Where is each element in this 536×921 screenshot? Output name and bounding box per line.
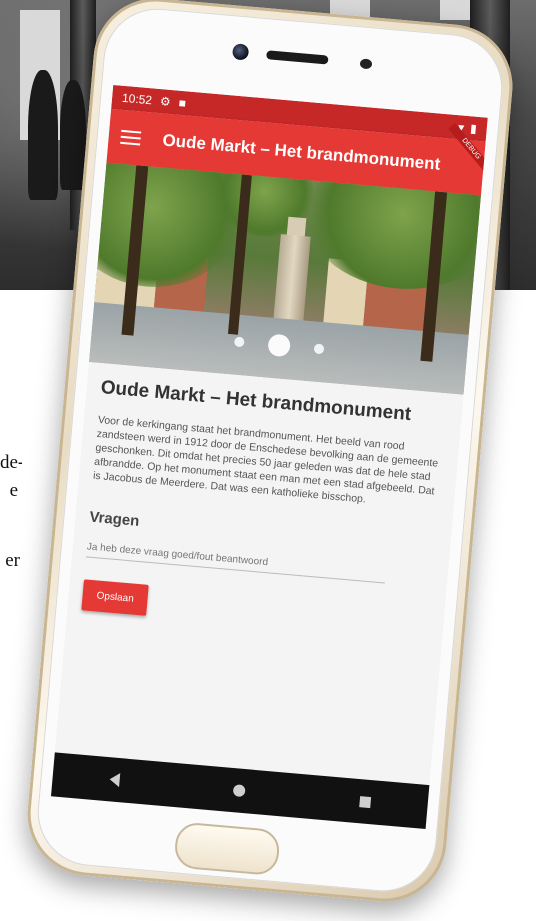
gear-icon: ⚙	[159, 94, 172, 109]
home-icon[interactable]	[233, 784, 247, 798]
carousel-dot[interactable]	[233, 336, 245, 348]
lock-icon: ■	[178, 95, 187, 111]
status-time: 10:52	[121, 90, 153, 108]
save-button[interactable]: Opslaan	[81, 579, 150, 616]
phone-device: 10:52 ⚙ ■ ▾ ▮ Oude Markt – Het brandmonu…	[22, 0, 518, 907]
app-screen: 10:52 ⚙ ■ ▾ ▮ Oude Markt – Het brandmonu…	[54, 84, 488, 786]
image-carousel[interactable]	[88, 162, 481, 395]
article-text-fragment: de-	[0, 452, 22, 473]
article-content: Oude Markt – Het brandmonument Voor de k…	[67, 362, 463, 642]
article-body: Voor de kerkingang staat het brandmonume…	[92, 413, 439, 506]
physical-home-button[interactable]	[173, 821, 281, 877]
app-bar-title: Oude Markt – Het brandmonument	[161, 130, 442, 174]
carousel-dot[interactable]	[313, 343, 325, 355]
battery-icon: ▮	[469, 121, 478, 136]
article-text-fragment: er	[5, 550, 20, 571]
scene: de- e er 10:52 ⚙ ■ ▾ ▮ Oude Markt – Het …	[0, 0, 536, 921]
menu-icon[interactable]	[120, 129, 142, 146]
recent-apps-icon[interactable]	[359, 795, 371, 808]
back-icon[interactable]	[109, 772, 121, 788]
article-text-fragment: e	[9, 480, 18, 501]
carousel-dot-active[interactable]	[267, 333, 292, 358]
